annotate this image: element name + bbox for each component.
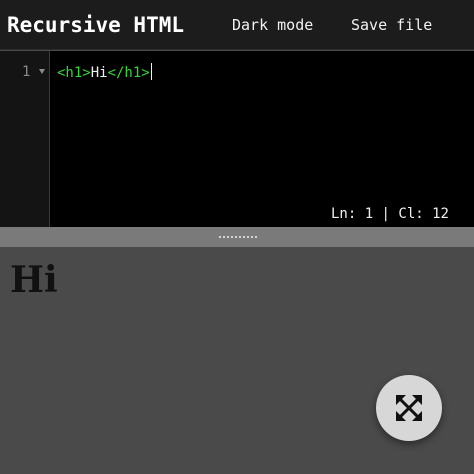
code-open-tag: <h1> bbox=[57, 65, 91, 81]
save-file-button[interactable]: Save file bbox=[351, 16, 432, 34]
code-close-tag: </h1> bbox=[107, 65, 150, 81]
text-cursor bbox=[150, 63, 152, 80]
app-title: Recursive HTML bbox=[7, 12, 185, 37]
fold-arrow-icon[interactable] bbox=[39, 69, 45, 74]
code-text: Hi bbox=[90, 65, 108, 81]
line-number: 1 bbox=[22, 64, 31, 80]
header-bar: Recursive HTML Dark mode Save file bbox=[0, 0, 474, 50]
code-line[interactable]: <h1>Hi</h1> bbox=[57, 63, 152, 81]
split-resize-handle[interactable] bbox=[0, 227, 474, 247]
code-editor[interactable]: 1 <h1>Hi</h1> Ln: 1 | Cl: 12 bbox=[0, 51, 474, 227]
fullscreen-button[interactable] bbox=[376, 375, 442, 441]
preview-heading: Hi bbox=[10, 259, 58, 301]
expand-arrows-icon bbox=[396, 395, 422, 421]
grip-dots-icon bbox=[218, 235, 258, 239]
cursor-position-status: Ln: 1 | Cl: 12 bbox=[330, 206, 449, 222]
dark-mode-button[interactable]: Dark mode bbox=[232, 16, 313, 34]
editor-gutter: 1 bbox=[0, 51, 50, 227]
